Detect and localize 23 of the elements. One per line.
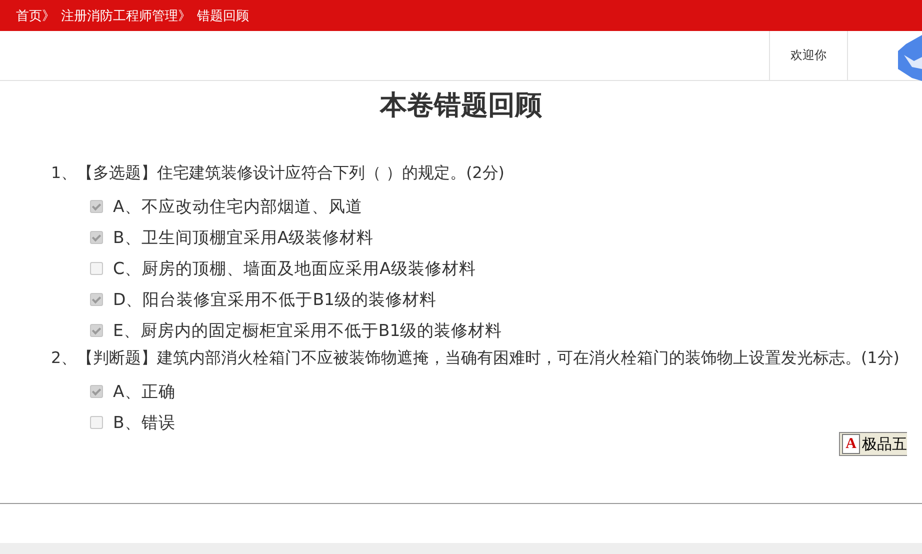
page-title: 本卷错题回顾: [378, 89, 543, 123]
input-method-icon[interactable]: A: [842, 434, 860, 454]
option-label: E、厨房内的固定橱柜宜采用不低于B1级的装修材料: [113, 320, 502, 342]
option-label: A、不应改动住宅内部烟道、风道: [113, 196, 362, 218]
breadcrumb-current: 错题回顾: [197, 8, 249, 24]
breadcrumb-link[interactable]: 首页》: [16, 6, 55, 24]
option-label: B、卫生间顶棚宜采用A级装修材料: [113, 226, 374, 248]
option-label: C、厨房的顶棚、墙面及地面应采用A级装修材料: [113, 258, 476, 280]
question-text: 1、【多选题】住宅建筑装修设计应符合下列（ ）的规定。(2分): [51, 162, 506, 184]
option-label: A、正确: [113, 380, 176, 402]
option-label: B、错误: [113, 412, 176, 434]
input-method-label[interactable]: 极品五: [862, 434, 907, 454]
checkbox[interactable]: [90, 231, 103, 244]
option-label: D、阳台装修宜采用不低于B1级的装修材料: [113, 288, 437, 310]
checkbox[interactable]: [90, 200, 103, 213]
checkbox[interactable]: [90, 385, 103, 398]
welcome-text: 欢迎你: [769, 31, 848, 80]
checkbox[interactable]: [90, 262, 103, 275]
question-text: 2、【判断题】建筑内部消火栓箱门不应被装饰物遮掩，当确有困难时，可在消火栓箱门的装饰物上设置发光标志。(1分): [51, 347, 900, 369]
checkbox[interactable]: [90, 324, 103, 337]
breadcrumb-link[interactable]: 注册消防工程师管理》: [61, 6, 191, 24]
checkbox[interactable]: [90, 293, 103, 306]
checkbox[interactable]: [90, 416, 103, 429]
